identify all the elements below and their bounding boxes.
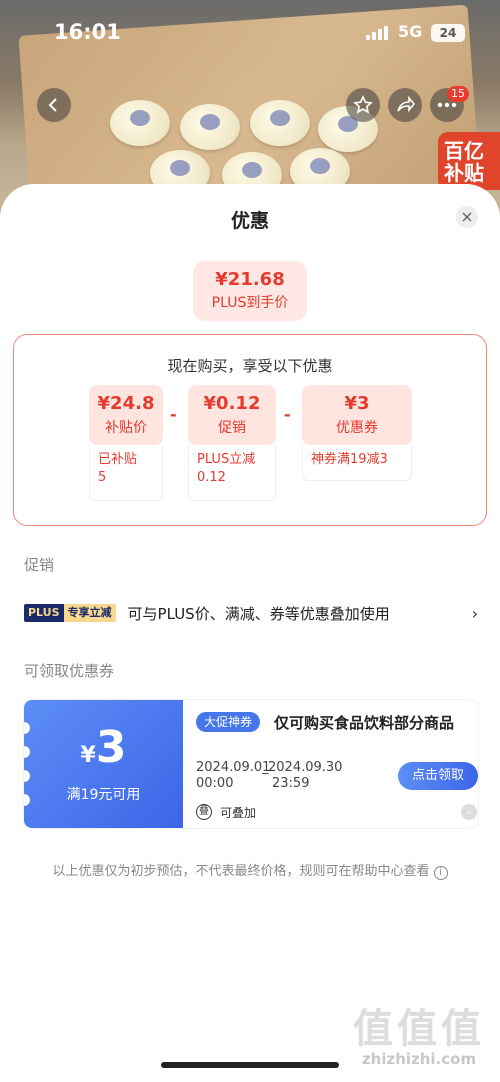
share-icon (397, 95, 415, 113)
disclaimer-text: 以上优惠仅为初步预估，不代表最终价格，规则可在帮助中心查看 (52, 864, 430, 879)
subsidy-badge: 百亿补贴 (438, 132, 500, 190)
coupon-condition: 满19元可用 (66, 787, 141, 803)
subsidy-price-chip: ¥24.8 补贴价 (89, 385, 163, 445)
coupon-value: ¥3 (344, 393, 370, 414)
coupon-chip: ¥3 优惠券 (302, 385, 412, 445)
battery-icon: 24 (431, 24, 465, 42)
product-egg-3 (250, 100, 310, 146)
summary-heading: 现在购买，享受以下优惠 (167, 357, 333, 375)
claim-coupon-button[interactable]: 点击领取 (398, 762, 478, 790)
expand-chevron-icon[interactable]: ⌄ (461, 804, 477, 820)
status-bar: 16:01 5G 24 (0, 0, 500, 60)
sheet-title: 优惠 (230, 210, 269, 232)
coupon-end: 2024.09.30 23:59 (268, 760, 342, 792)
plus-tag-label: PLUS (24, 604, 64, 622)
coupon-label: 优惠券 (336, 420, 378, 436)
favorite-button[interactable] (346, 88, 380, 122)
watermark-logo: 值值值 (353, 1006, 485, 1052)
network-type: 5G (398, 22, 423, 41)
plus-exclusive-tag: PLUS 专享立减 (24, 604, 116, 622)
final-price-value: ¥21.68 (215, 269, 285, 290)
notification-badge: 15 (447, 86, 469, 102)
coupon-end-time: 23:59 (272, 776, 310, 791)
signal-icon (366, 26, 390, 40)
star-icon (353, 95, 373, 114)
promotion-text: 可与PLUS价、满减、券等优惠叠加使用 (127, 604, 390, 623)
final-price-label: PLUS到手价 (211, 295, 289, 311)
subsidy-note: 已补贴 5 (89, 445, 163, 501)
coupon-start-time: 00:00 (196, 776, 234, 791)
product-egg-2 (180, 104, 240, 150)
minus-operator-2: - (284, 405, 291, 424)
chevron-right-icon: › (471, 603, 478, 623)
product-egg-1 (110, 100, 170, 146)
coupon-tag: 大促神券 (196, 712, 261, 732)
coupon-start: 2024.09.01 00:00 (196, 760, 270, 792)
back-button[interactable] (37, 88, 71, 122)
discount-sheet: 优惠 ¥21.68 PLUS到手价 现在购买，享受以下优惠 ¥24.8 补贴价 … (0, 184, 500, 1082)
coupon-note: 神券满19减3 (302, 445, 412, 481)
subsidy-price-label: 补贴价 (105, 420, 147, 436)
coupon-card: ¥3 满19元可用 大促神券 仅可购买食品饮料部分商品 2024.09.01 0… (24, 700, 478, 828)
promotion-chip: ¥0.12 促销 (188, 385, 276, 445)
discount-summary: 现在购买，享受以下优惠 ¥24.8 补贴价 已补贴 5 - ¥0.12 促销 P… (13, 334, 487, 526)
coupon-end-date: 2024.09.30 (268, 760, 343, 775)
promotion-section-title: 促销 (24, 556, 55, 574)
disclaimer: 以上优惠仅为初步预估，不代表最终价格，规则可在帮助中心查看 i (0, 860, 500, 880)
promotion-label: 促销 (218, 420, 246, 436)
close-icon (462, 212, 472, 222)
coupons-section-title: 可领取优惠券 (24, 662, 115, 680)
home-indicator (161, 1062, 339, 1068)
coupon-details: 大促神券 仅可购买食品饮料部分商品 2024.09.01 00:00 _ 202… (196, 700, 478, 828)
watermark-url: zhizhizhi.com (361, 1050, 477, 1068)
info-icon[interactable]: i (433, 866, 448, 880)
coupon-amount-panel: ¥3 满19元可用 (24, 700, 183, 828)
promotion-note: PLUS立减 0.12 (188, 445, 276, 501)
share-button[interactable] (388, 88, 422, 122)
final-price-badge: ¥21.68 PLUS到手价 (193, 261, 307, 321)
close-button[interactable] (456, 206, 478, 228)
promotion-row[interactable]: PLUS 专享立减 可与PLUS价、满减、券等优惠叠加使用 › (24, 602, 478, 624)
more-icon (437, 102, 457, 108)
chevron-left-icon (48, 98, 57, 112)
coupon-amount-value: 3 (95, 722, 127, 773)
coupon-currency-symbol: ¥ (80, 743, 96, 768)
exclusive-discount-label: 专享立减 (63, 604, 116, 622)
promotion-value: ¥0.12 (203, 393, 261, 414)
subsidy-price-value: ¥24.8 (97, 393, 155, 414)
stackable-label: 可叠加 (220, 806, 257, 820)
watermark: 值值值 zhizhizhi.com (344, 996, 494, 1068)
coupon-start-date: 2024.09.01 (196, 760, 271, 775)
stackable-icon: 叠 (196, 804, 212, 820)
coupon-amount: ¥3 (24, 722, 183, 773)
coupon-title: 仅可购买食品饮料部分商品 (274, 714, 455, 732)
minus-operator-1: - (170, 405, 177, 424)
status-time: 16:01 (54, 20, 121, 44)
